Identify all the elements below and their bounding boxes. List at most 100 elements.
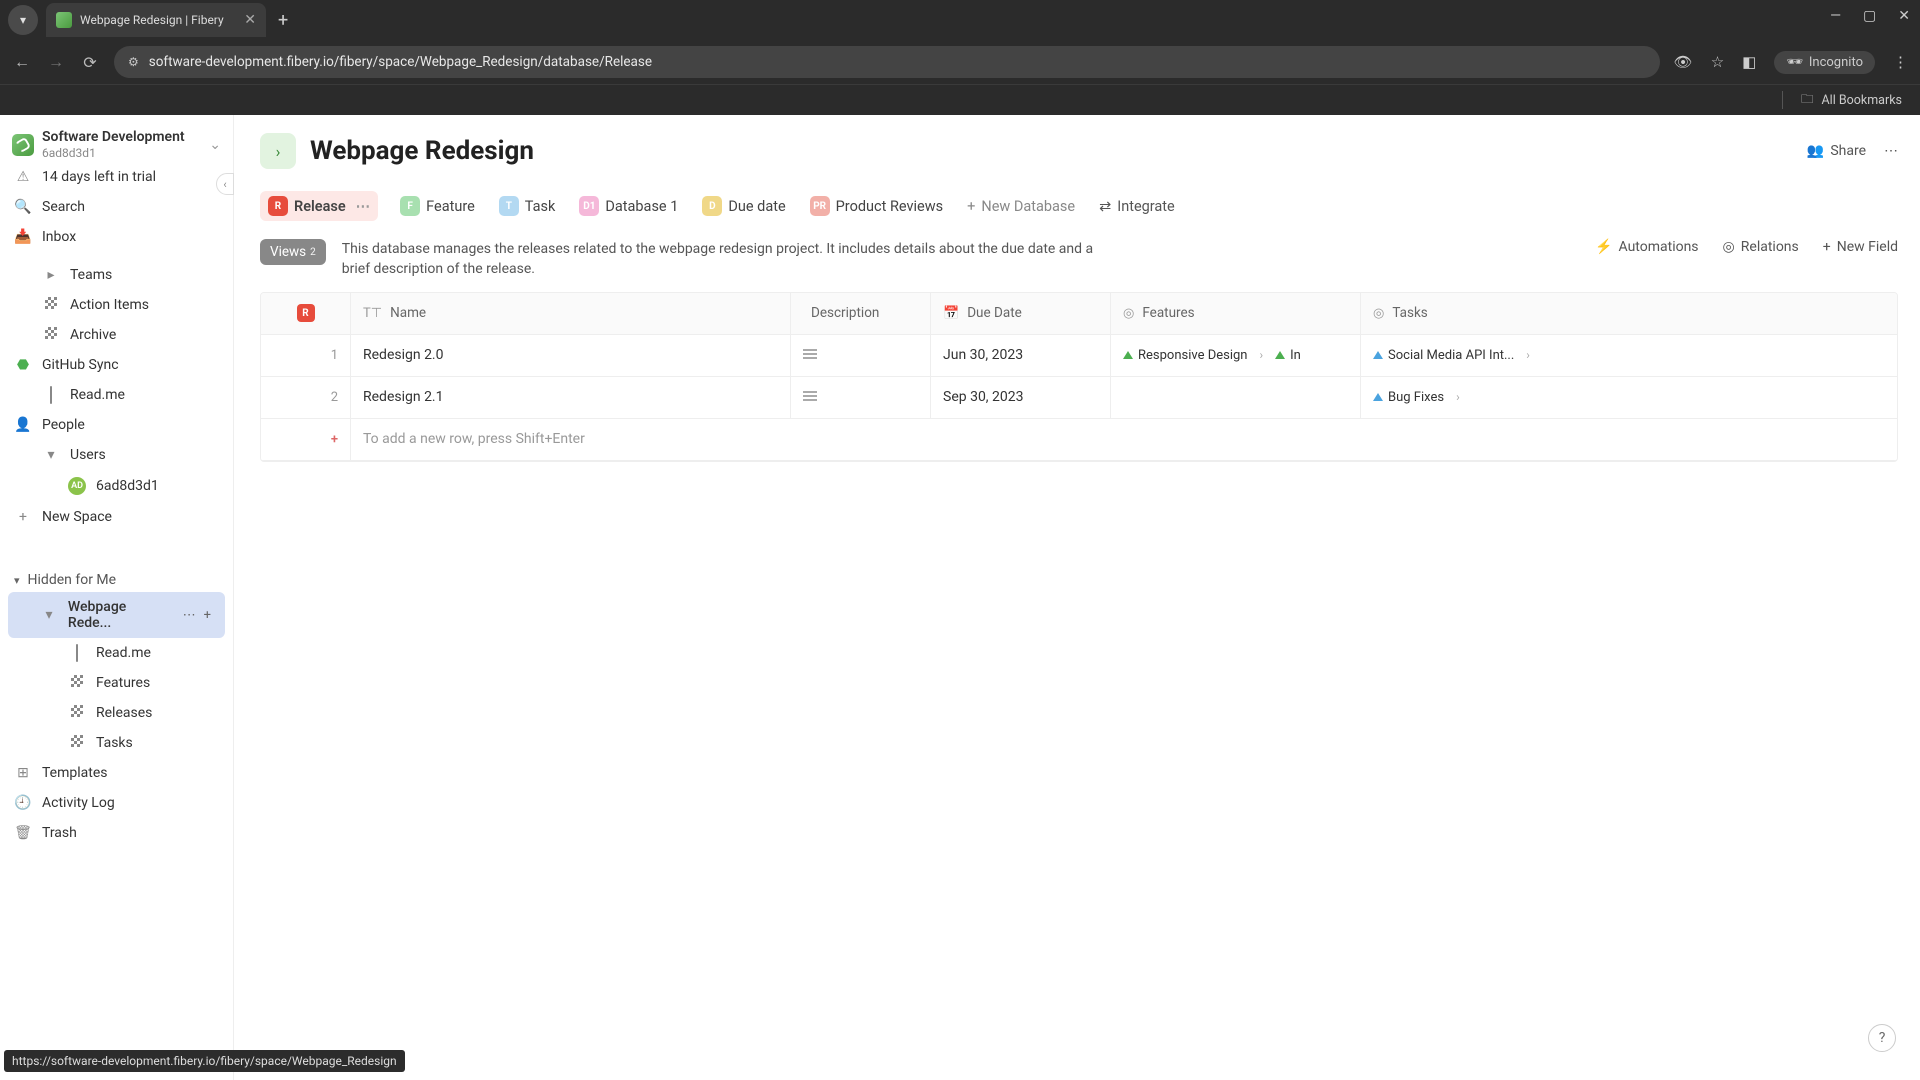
templates-label: Templates (42, 765, 108, 781)
chip-label: Responsive Design (1138, 348, 1247, 363)
window-close[interactable]: ✕ (1898, 8, 1910, 24)
folder-icon: 🗀 (1801, 90, 1814, 111)
feature-chip[interactable]: Responsive Design (1123, 348, 1247, 363)
cell-name[interactable]: Redesign 2.1 (351, 377, 791, 418)
automations-button[interactable]: ⚡Automations (1595, 239, 1698, 255)
sidebar-item-github-sync[interactable]: ⬣GitHub Sync (0, 350, 233, 380)
sidebar-user-row[interactable]: AD6ad8d3d1 (0, 470, 233, 502)
workspace-name: Software Development (42, 129, 201, 146)
views-button[interactable]: Views2 (260, 239, 326, 265)
browser-tab[interactable]: Webpage Redesign | Fibery ✕ (46, 3, 266, 37)
sidebar-collapse-button[interactable]: ‹ (216, 173, 234, 195)
tracking-icon[interactable]: 👁 (1674, 53, 1693, 71)
cell-features[interactable]: Responsive Design › In (1111, 335, 1361, 376)
cell-name[interactable]: Redesign 2.0 (351, 335, 791, 376)
cell-tasks[interactable]: Social Media API Int... › (1361, 335, 1897, 376)
address-bar[interactable]: ⚙ software-development.fibery.io/fibery/… (114, 46, 1660, 78)
new-database-button[interactable]: +New Database (965, 194, 1077, 219)
sidebar-item-people[interactable]: 👤People (0, 410, 233, 440)
expand-toggle-button[interactable]: › (260, 133, 296, 169)
document-icon (50, 386, 52, 404)
browser-menu-icon[interactable]: ⋮ (1893, 53, 1908, 71)
site-info-icon[interactable]: ⚙ (128, 55, 139, 69)
cell-description[interactable] (791, 335, 931, 376)
sidebar-item-activity-log[interactable]: 🕘Activity Log (0, 788, 233, 818)
col-features[interactable]: ◎Features (1111, 293, 1361, 334)
nav-reload-button[interactable]: ⟳ (80, 53, 100, 72)
tab-product-reviews[interactable]: PRProduct Reviews (808, 192, 945, 220)
share-button[interactable]: 👥Share (1807, 143, 1866, 159)
all-bookmarks-button[interactable]: All Bookmarks (1822, 93, 1903, 108)
sidebar-item-wr-features[interactable]: Features (0, 668, 233, 698)
board-icon (45, 297, 57, 309)
workspace-switcher[interactable]: Software Development 6ad8d3d1 ⌄ (0, 125, 233, 162)
page-more-button[interactable]: ⋯ (1884, 143, 1898, 159)
tab-task[interactable]: TTask (497, 192, 558, 220)
table-row[interactable]: 2 Redesign 2.1 Sep 30, 2023 Bug Fixes › (261, 377, 1897, 419)
relations-button[interactable]: ◎Relations (1723, 239, 1799, 255)
sidebar-item-readme[interactable]: Read.me (0, 380, 233, 410)
sidebar-item-wr-releases[interactable]: Releases (0, 698, 233, 728)
col-name[interactable]: T⊤Name (351, 293, 791, 334)
trial-banner[interactable]: ⚠14 days left in trial (0, 162, 233, 192)
table-subbar: Views2 This database manages the release… (260, 239, 1898, 280)
sidebar-item-wr-readme[interactable]: Read.me (0, 638, 233, 668)
search-button[interactable]: 🔍Search (0, 192, 233, 222)
table-header-row: R T⊤Name Description 📅Due Date ◎Features… (261, 293, 1897, 335)
col-due-date[interactable]: 📅Due Date (931, 293, 1111, 334)
sidebar-item-archive[interactable]: Archive (0, 320, 233, 350)
bookmark-star-icon[interactable]: ☆ (1711, 53, 1724, 71)
task-chip[interactable]: Bug Fixes (1373, 390, 1444, 405)
feature-chip[interactable]: In (1275, 348, 1301, 363)
status-bar-link: https://software-development.fibery.io/f… (4, 1050, 405, 1072)
tab-release[interactable]: R Release ⋯ (260, 191, 378, 221)
add-icon[interactable]: + (204, 608, 211, 623)
views-count: 2 (310, 247, 316, 258)
tab-search-button[interactable]: ▾ (8, 5, 38, 35)
tab-due-date[interactable]: DDue date (700, 192, 787, 220)
task-chip[interactable]: Social Media API Int... (1373, 348, 1514, 363)
col-due-label: Due Date (967, 305, 1022, 321)
sidebar-item-users[interactable]: ▾Users (0, 440, 233, 470)
chip-label: Bug Fixes (1388, 390, 1444, 405)
cell-features[interactable] (1111, 377, 1361, 418)
tab-database1[interactable]: D1Database 1 (577, 192, 680, 220)
incognito-indicator[interactable]: 🕶 Incognito (1774, 51, 1875, 74)
nav-back-button[interactable]: ← (12, 52, 32, 72)
description-icon (803, 349, 817, 361)
sidebar-item-templates[interactable]: ⊞Templates (0, 758, 233, 788)
share-icon: 👥 (1807, 143, 1824, 159)
cell-tasks[interactable]: Bug Fixes › (1361, 377, 1897, 418)
sidebar-item-teams[interactable]: ▸Teams (0, 260, 233, 290)
readme-label: Read.me (70, 387, 125, 403)
sidebar-section-hidden[interactable]: ▾Hidden for Me (0, 562, 233, 592)
window-maximize[interactable]: ▢ (1863, 8, 1876, 24)
integrate-button[interactable]: ⇄Integrate (1097, 194, 1177, 219)
due-value: Sep 30, 2023 (943, 389, 1024, 405)
new-space-button[interactable]: +New Space (0, 502, 233, 532)
nav-forward-button[interactable]: → (46, 52, 66, 72)
sidebar-item-trash[interactable]: 🗑Trash (0, 818, 233, 848)
sidebar-item-webpage-redesign[interactable]: ▾ Webpage Rede... ⋯+ (8, 592, 225, 638)
window-minimize[interactable]: ― (1830, 8, 1841, 24)
help-button[interactable]: ? (1868, 1024, 1896, 1052)
more-icon[interactable]: ⋯ (183, 608, 196, 623)
add-row[interactable]: + To add a new row, press Shift+Enter (261, 419, 1897, 461)
sidebar-item-wr-tasks[interactable]: Tasks (0, 728, 233, 758)
cell-due-date[interactable]: Jun 30, 2023 (931, 335, 1111, 376)
inbox-button[interactable]: 📥Inbox (0, 222, 233, 252)
cell-description[interactable] (791, 377, 931, 418)
col-description[interactable]: Description (791, 293, 931, 334)
inbox-label: Inbox (42, 229, 76, 245)
side-panel-icon[interactable]: ◧ (1742, 53, 1756, 71)
tab-close-button[interactable]: ✕ (244, 12, 256, 28)
col-name-label: Name (390, 305, 426, 321)
tab-feature[interactable]: FFeature (398, 192, 477, 220)
col-tasks[interactable]: ◎Tasks (1361, 293, 1897, 334)
new-tab-button[interactable]: + (278, 10, 288, 31)
new-field-button[interactable]: +New Field (1823, 239, 1898, 255)
cell-due-date[interactable]: Sep 30, 2023 (931, 377, 1111, 418)
table-row[interactable]: 1 Redesign 2.0 Jun 30, 2023 Responsive D… (261, 335, 1897, 377)
tab-more-icon[interactable]: ⋯ (356, 198, 371, 215)
sidebar-item-action-items[interactable]: Action Items (0, 290, 233, 320)
